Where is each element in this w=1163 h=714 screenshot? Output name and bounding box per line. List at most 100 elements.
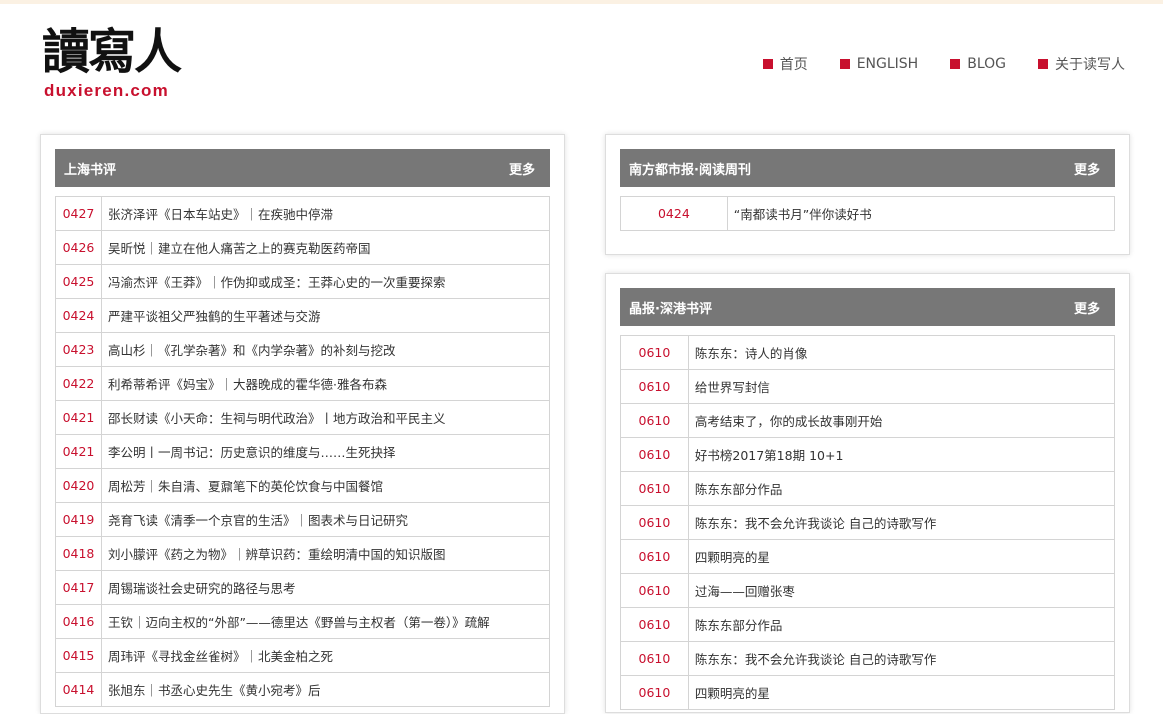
table-row[interactable]: 0425 冯渝杰评《王莽》｜作伪抑或成圣：王莽心史的一次重要探索 (55, 264, 551, 299)
row-date: 0610 (620, 335, 689, 370)
article-title-link[interactable]: 张济泽评《日本车站史》｜在疾驰中停滞 (100, 196, 551, 231)
article-table: 0610 陈东东：诗人的肖像 0610 给世界写封信 0610 高考结束了，你的成长故事刚… (620, 335, 1116, 710)
table-row[interactable]: 0424 “南都读书月”伴你读好书 (620, 196, 1116, 231)
row-date: 0423 (55, 332, 102, 367)
article-title-link[interactable]: 周松芳｜朱自清、夏鼐笔下的英伦饮食与中国餐馆 (100, 468, 551, 503)
article-title-link[interactable]: 陈东东：诗人的肖像 (687, 335, 1116, 370)
table-row[interactable]: 0415 周玮评《寻找金丝雀树》｜北美金柏之死 (55, 638, 551, 673)
panel-header: 上海书评 更多 (55, 149, 550, 187)
table-row[interactable]: 0422 利希蒂希评《妈宝》｜大器晚成的霍华德·雅各布森 (55, 366, 551, 401)
main-nav: 首页 ENGLISH BLOG 关于读写人 (762, 54, 1125, 74)
article-title-link[interactable]: 李公明丨一周书记：历史意识的维度与……生死抉择 (100, 434, 551, 469)
row-date: 0424 (55, 298, 102, 333)
panel-title: 晶报·深港书评 (629, 301, 712, 317)
article-title-link[interactable]: 给世界写封信 (687, 369, 1116, 404)
row-date: 0420 (55, 468, 102, 503)
article-title-link[interactable]: 吴昕悦｜建立在他人痛苦之上的赛克勒医药帝国 (100, 230, 551, 265)
panel-header: 南方都市报·阅读周刊 更多 (620, 149, 1115, 187)
row-date: 0415 (55, 638, 102, 673)
row-date: 0416 (55, 604, 102, 639)
table-row[interactable]: 0610 高考结束了，你的成长故事刚开始 (620, 403, 1116, 438)
panel-header: 晶报·深港书评 更多 (620, 288, 1115, 326)
article-title-link[interactable]: 周锡瑞谈社会史研究的路径与思考 (100, 570, 551, 605)
row-date: 0421 (55, 400, 102, 435)
panel-jingbao-review: 晶报·深港书评 更多 0610 陈东东：诗人的肖像 0610 给世界写封信 0610 高考… (605, 273, 1130, 713)
panel-title: 上海书评 (64, 162, 117, 178)
article-title-link[interactable]: 陈东东：我不会允许我谈论 自己的诗歌写作 (687, 505, 1116, 540)
article-title-link[interactable]: “南都读书月”伴你读好书 (726, 196, 1116, 231)
table-row[interactable]: 0610 陈东东：我不会允许我谈论 自己的诗歌写作 (620, 505, 1116, 540)
article-table: 0424 “南都读书月”伴你读好书 (620, 196, 1116, 231)
article-title-link[interactable]: 过海——回赠张枣 (687, 573, 1116, 608)
nav-item-label: ENGLISH (856, 56, 919, 72)
nav-item-label: BLOG (967, 56, 1006, 72)
table-row[interactable]: 0610 陈东东部分作品 (620, 471, 1116, 506)
nav-item-about[interactable]: 关于读写人 (1038, 54, 1125, 74)
article-title-link[interactable]: 陈东东：我不会允许我谈论 自己的诗歌写作 (687, 641, 1116, 676)
table-row[interactable]: 0610 四颗明亮的星 (620, 539, 1116, 574)
article-title-link[interactable]: 严建平谈祖父严独鹤的生平著述与交游 (100, 298, 551, 333)
article-title-link[interactable]: 邵长财读《小天命：生祠与明代政治》丨地方政治和平民主义 (100, 400, 551, 435)
article-title-link[interactable]: 利希蒂希评《妈宝》｜大器晚成的霍华德·雅各布森 (100, 366, 551, 401)
table-row[interactable]: 0426 吴昕悦｜建立在他人痛苦之上的赛克勒医药帝国 (55, 230, 551, 265)
table-row[interactable]: 0424 严建平谈祖父严独鹤的生平著述与交游 (55, 298, 551, 333)
table-row[interactable]: 0610 好书榜2017第18期 10+1 (620, 437, 1116, 472)
nav-item-label: 关于读写人 (1055, 57, 1125, 73)
site-logo[interactable]: 讀寫人 duxieren.com (42, 24, 212, 104)
panel-nandu-weekly: 南方都市报·阅读周刊 更多 0424 “南都读书月”伴你读好书 (605, 134, 1130, 255)
table-row[interactable]: 0421 李公明丨一周书记：历史意识的维度与……生死抉择 (55, 434, 551, 469)
row-date: 0427 (55, 196, 102, 231)
more-link[interactable]: 更多 (1074, 159, 1100, 178)
table-row[interactable]: 0610 陈东东：诗人的肖像 (620, 335, 1116, 370)
table-row[interactable]: 0418 刘小朦评《药之为物》｜辨草识药：重绘明清中国的知识版图 (55, 536, 551, 571)
article-title-link[interactable]: 陈东东部分作品 (687, 607, 1116, 642)
red-square-icon (839, 59, 850, 69)
row-date: 0417 (55, 570, 102, 605)
row-date: 0414 (55, 672, 102, 707)
logo-domain-text: duxieren.com (44, 81, 169, 100)
table-row[interactable]: 0610 陈东东部分作品 (620, 607, 1116, 642)
row-date: 0610 (620, 573, 689, 608)
red-square-icon (762, 59, 773, 69)
article-title-link[interactable]: 王钦｜迈向主权的“外部”——德里达《野兽与主权者（第一卷）》疏解 (100, 604, 551, 639)
table-row[interactable]: 0610 过海——回赠张枣 (620, 573, 1116, 608)
table-row[interactable]: 0420 周松芳｜朱自清、夏鼐笔下的英伦饮食与中国餐馆 (55, 468, 551, 503)
row-date: 0421 (55, 434, 102, 469)
row-date: 0610 (620, 641, 689, 676)
row-date: 0610 (620, 369, 689, 404)
article-title-link[interactable]: 高考结束了，你的成长故事刚开始 (687, 403, 1116, 438)
article-title-link[interactable]: 高山杉｜《孔学杂著》和《内学杂著》的补刻与挖改 (100, 332, 551, 367)
row-date: 0424 (620, 196, 728, 231)
article-title-link[interactable]: 冯渝杰评《王莽》｜作伪抑或成圣：王莽心史的一次重要探索 (100, 264, 551, 299)
article-title-link[interactable]: 四颗明亮的星 (687, 539, 1116, 574)
row-date: 0610 (620, 505, 689, 540)
article-title-link[interactable]: 陈东东部分作品 (687, 471, 1116, 506)
panel-shanghai-review: 上海书评 更多 0427 张济泽评《日本车站史》｜在疾驰中停滞 0426 吴昕悦｜建立… (40, 134, 565, 714)
row-date: 0610 (620, 437, 689, 472)
row-date: 0418 (55, 536, 102, 571)
nav-item-english[interactable]: ENGLISH (839, 54, 919, 74)
table-row[interactable]: 0417 周锡瑞谈社会史研究的路径与思考 (55, 570, 551, 605)
article-table: 0427 张济泽评《日本车站史》｜在疾驰中停滞 0426 吴昕悦｜建立在他人痛苦之上的… (55, 196, 551, 707)
nav-item-home[interactable]: 首页 (762, 54, 808, 74)
red-square-icon (950, 59, 961, 69)
nav-item-blog[interactable]: BLOG (950, 54, 1006, 74)
more-link[interactable]: 更多 (1074, 298, 1100, 317)
table-row[interactable]: 0416 王钦｜迈向主权的“外部”——德里达《野兽与主权者（第一卷）》疏解 (55, 604, 551, 639)
logo-chinese-text: 讀寫人 (42, 24, 182, 80)
table-row[interactable]: 0414 张旭东｜书丞心史先生《黄小宛考》后 (55, 672, 551, 707)
table-row[interactable]: 0421 邵长财读《小天命：生祠与明代政治》丨地方政治和平民主义 (55, 400, 551, 435)
table-row[interactable]: 0419 尧育飞读《清季一个京官的生活》｜图表术与日记研究 (55, 502, 551, 537)
table-row[interactable]: 0610 给世界写封信 (620, 369, 1116, 404)
article-title-link[interactable]: 尧育飞读《清季一个京官的生活》｜图表术与日记研究 (100, 502, 551, 537)
nav-item-label: 首页 (779, 57, 808, 73)
table-row[interactable]: 0610 陈东东：我不会允许我谈论 自己的诗歌写作 (620, 641, 1116, 676)
table-row[interactable]: 0427 张济泽评《日本车站史》｜在疾驰中停滞 (55, 196, 551, 231)
article-title-link[interactable]: 刘小朦评《药之为物》｜辨草识药：重绘明清中国的知识版图 (100, 536, 551, 571)
more-link[interactable]: 更多 (509, 159, 535, 178)
article-title-link[interactable]: 周玮评《寻找金丝雀树》｜北美金柏之死 (100, 638, 551, 673)
article-title-link[interactable]: 张旭东｜书丞心史先生《黄小宛考》后 (100, 672, 551, 707)
article-title-link[interactable]: 好书榜2017第18期 10+1 (687, 437, 1116, 472)
red-square-icon (1038, 59, 1048, 69)
table-row[interactable]: 0423 高山杉｜《孔学杂著》和《内学杂著》的补刻与挖改 (55, 332, 551, 367)
